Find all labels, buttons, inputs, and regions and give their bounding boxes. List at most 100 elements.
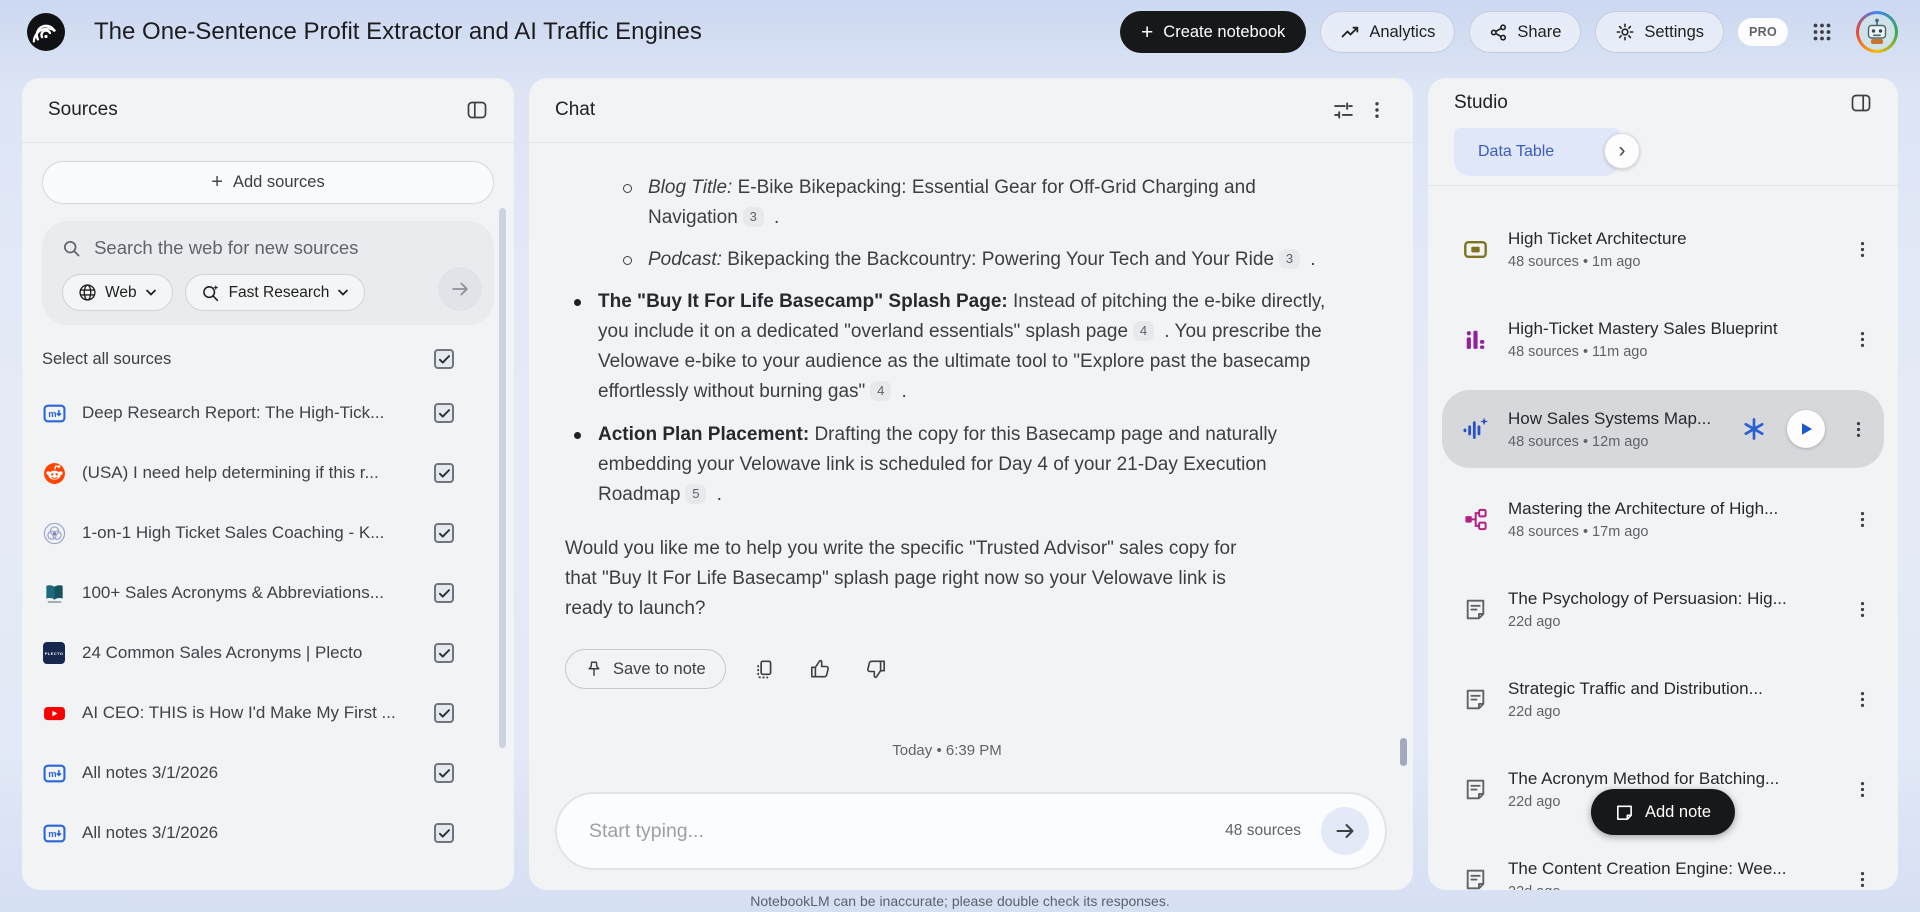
notebooklm-app: The One-Sentence Profit Extractor and AI… (0, 0, 1920, 912)
book-icon (42, 581, 66, 605)
web-filter-dropdown[interactable]: Web (62, 274, 173, 311)
studio-item[interactable]: Strategic Traffic and Distribution... 22… (1438, 654, 1888, 744)
chat-bullet-item: Podcast: Bikepacking the Backcountry: Po… (615, 245, 1329, 275)
studio-item[interactable]: The Content Creation Engine: Wee... 22d … (1438, 834, 1888, 890)
share-button[interactable]: Share (1469, 11, 1581, 53)
source-checkbox[interactable] (434, 763, 454, 783)
source-row[interactable]: (USA) I need help determining if this r.… (42, 443, 494, 503)
submit-search-icon[interactable] (438, 267, 482, 311)
chat-more-menu-icon[interactable] (1361, 94, 1393, 126)
disclaimer-text: NotebookLM can be inaccurate; please dou… (0, 890, 1920, 912)
item-more-menu-icon[interactable] (1847, 684, 1878, 715)
source-row[interactable]: AI CEO: THIS is How I'd Make My First ..… (42, 683, 494, 743)
select-all-label: Select all sources (42, 350, 434, 369)
item-more-menu-icon[interactable] (1847, 594, 1878, 625)
select-all-checkbox[interactable] (434, 349, 454, 369)
sources-list: m Deep Research Report: The High-Tick...… (42, 383, 494, 890)
chat-settings-sliders-icon[interactable] (1326, 93, 1361, 128)
studio-panel: Studio Data Table › High Ticket Archi (1428, 78, 1898, 890)
svg-text:m: m (48, 828, 56, 839)
chat-bullet-item: The "Buy It For Life Basecamp" Splash Pa… (565, 287, 1329, 407)
interactive-mode-icon[interactable] (1739, 414, 1769, 444)
analytics-button[interactable]: Analytics (1320, 11, 1455, 53)
chat-sub-bullet-list: Blog Title: E-Bike Bikepacking: Essentia… (565, 173, 1329, 275)
chat-message-area[interactable]: Blog Title: E-Bike Bikepacking: Essentia… (529, 143, 1413, 780)
reddit-icon (42, 461, 66, 485)
create-notebook-button[interactable]: + Create notebook (1120, 11, 1306, 53)
pro-badge: PRO (1738, 18, 1788, 46)
item-more-menu-icon[interactable] (1847, 504, 1878, 535)
sources-body: + Add sources Web (22, 143, 514, 890)
carousel-next-icon[interactable]: › (1604, 133, 1640, 169)
thumbs-down-icon[interactable] (859, 652, 893, 686)
collapse-sources-panel-icon[interactable] (460, 93, 494, 127)
chat-text-input[interactable] (589, 820, 1225, 843)
trending-up-icon (1340, 22, 1360, 42)
thumbs-up-icon[interactable] (803, 652, 837, 686)
studio-item[interactable]: The Psychology of Persuasion: Hig... 22d… (1438, 564, 1888, 654)
play-audio-icon[interactable] (1787, 410, 1825, 448)
source-checkbox[interactable] (434, 523, 454, 543)
chat-bullet-item: Action Plan Placement: Drafting the copy… (565, 420, 1329, 510)
copy-icon[interactable] (748, 653, 781, 686)
source-row[interactable]: m Deep Research Report: The High-Tick... (42, 383, 494, 443)
source-checkbox[interactable] (434, 463, 454, 483)
chat-bullet-item: Blog Title: E-Bike Bikepacking: Essentia… (615, 173, 1329, 233)
answer-actions-row: Save to note (565, 649, 1329, 689)
sources-scrollbar[interactable] (499, 208, 506, 748)
source-row[interactable]: 100+ Sales Acronyms & Abbreviations... (42, 563, 494, 623)
source-checkbox[interactable] (434, 703, 454, 723)
citation-chip[interactable]: 4 (1133, 321, 1154, 341)
add-sources-button[interactable]: + Add sources (42, 161, 494, 204)
notebooklm-logo-icon[interactable] (26, 12, 66, 52)
source-row[interactable]: 1-on-1 High Ticket Sales Coaching - K... (42, 503, 494, 563)
sources-panel-title: Sources (48, 99, 460, 121)
google-apps-grid-icon[interactable] (1802, 12, 1842, 52)
add-note-button[interactable]: Add note (1591, 789, 1735, 835)
studio-item-selected[interactable]: How Sales Systems Map... 48 sources • 12… (1442, 390, 1884, 468)
citation-chip[interactable]: 3 (743, 207, 764, 227)
source-row[interactable]: PLECTO 24 Common Sales Acronyms | Plecto (42, 623, 494, 683)
user-avatar[interactable] (1856, 11, 1898, 53)
svg-text:m: m (48, 408, 56, 419)
source-row[interactable]: m All notes 3/1/2026 (42, 803, 494, 863)
fast-research-icon (201, 283, 221, 303)
source-row[interactable]: m All notes 3/1/2026 (42, 743, 494, 803)
citation-chip[interactable]: 5 (685, 484, 706, 504)
item-more-menu-icon[interactable] (1847, 864, 1878, 891)
report-doc-icon (1460, 687, 1490, 712)
share-icon (1489, 23, 1508, 42)
studio-item[interactable]: High-Ticket Mastery Sales Blueprint 48 s… (1438, 294, 1888, 384)
notebooklm-note-icon: m (42, 761, 66, 785)
notebook-title[interactable]: The One-Sentence Profit Extractor and AI… (94, 18, 1106, 46)
settings-button[interactable]: Settings (1595, 11, 1724, 53)
item-more-menu-icon[interactable] (1847, 234, 1878, 265)
pin-icon (585, 660, 603, 678)
research-mode-dropdown[interactable]: Fast Research (185, 274, 366, 311)
save-to-note-button[interactable]: Save to note (565, 649, 726, 689)
chat-timestamp: Today • 6:39 PM (565, 736, 1329, 766)
item-more-menu-icon[interactable] (1843, 414, 1874, 445)
item-more-menu-icon[interactable] (1847, 774, 1878, 805)
search-icon (62, 238, 81, 259)
expand-studio-panel-icon[interactable] (1844, 86, 1878, 120)
studio-artifact-list: High Ticket Architecture 48 sources • 1m… (1428, 186, 1898, 890)
chat-panel-header: Chat (529, 78, 1413, 143)
citation-chip[interactable]: 3 (1279, 249, 1300, 269)
source-checkbox[interactable] (434, 583, 454, 603)
globe-icon (78, 283, 97, 302)
data-table-chip[interactable]: Data Table (1454, 128, 1620, 176)
search-web-input[interactable] (94, 237, 412, 259)
send-message-icon[interactable] (1321, 807, 1369, 855)
studio-item[interactable]: High Ticket Architecture 48 sources • 1m… (1438, 204, 1888, 294)
citation-chip[interactable]: 4 (870, 381, 891, 401)
chat-scrollbar[interactable] (1400, 738, 1407, 766)
source-checkbox[interactable] (434, 823, 454, 843)
web-search-box: Web Fast Research (42, 221, 494, 325)
source-checkbox[interactable] (434, 403, 454, 423)
chat-input-box[interactable]: 48 sources (555, 792, 1387, 870)
source-checkbox[interactable] (434, 643, 454, 663)
studio-item[interactable]: Mastering the Architecture of High... 48… (1438, 474, 1888, 564)
item-more-menu-icon[interactable] (1847, 324, 1878, 355)
gear-icon (1615, 22, 1635, 42)
